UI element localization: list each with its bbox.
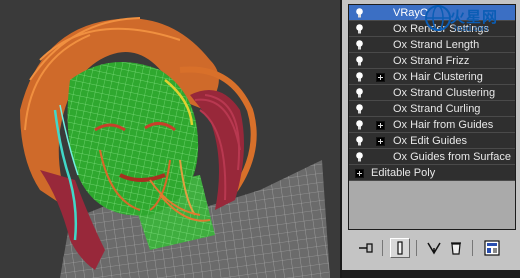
panel-bottom-strip — [342, 270, 520, 278]
lightbulb-icon[interactable] — [355, 104, 364, 114]
lightbulb-icon[interactable] — [355, 24, 364, 34]
modifier-label: Ox Edit Guides — [393, 135, 467, 147]
hair-render-scene — [20, 17, 330, 278]
modifier-item-ox-strand-length[interactable]: Ox Strand Length — [349, 37, 515, 53]
expand-plus-icon[interactable] — [376, 73, 385, 82]
configure-modifier-sets-icon — [484, 240, 500, 256]
modifier-stack-list[interactable]: VRayO Ox Render Settings Ox Strand Lengt… — [348, 4, 516, 230]
modifier-label: Ox Hair Clustering — [393, 71, 483, 83]
toolbar-divider — [416, 240, 417, 256]
pin-stack-button[interactable] — [356, 238, 376, 258]
expand-plus-icon[interactable] — [355, 169, 364, 178]
make-unique-icon — [427, 242, 441, 255]
watermark-url: hxsd.com — [454, 24, 489, 33]
lightbulb-icon[interactable] — [355, 8, 364, 18]
viewport[interactable] — [0, 0, 340, 278]
show-end-result-button[interactable] — [390, 238, 410, 258]
modifier-label: Ox Hair from Guides — [393, 119, 494, 131]
expand-plus-icon[interactable] — [376, 137, 385, 146]
modifier-item-ox-hair-clustering[interactable]: Ox Hair Clustering — [349, 69, 515, 85]
modifier-item-ox-edit-guides[interactable]: Ox Edit Guides — [349, 133, 515, 149]
modify-panel: VRayO Ox Render Settings Ox Strand Lengt… — [340, 0, 520, 278]
lightbulb-icon[interactable] — [355, 136, 364, 146]
modifier-label: Ox Strand Clustering — [393, 87, 496, 99]
watermark-logo: 火星网 hxsd.com — [420, 2, 516, 36]
modifier-label: Ox Strand Length — [393, 39, 480, 51]
modifier-stack-toolbar — [346, 236, 518, 262]
modifier-item-ox-guides-from-surface[interactable]: Ox Guides from Surface — [349, 149, 515, 165]
pin-stack-icon — [359, 243, 373, 253]
modifier-item-ox-strand-clustering[interactable]: Ox Strand Clustering — [349, 85, 515, 101]
modifier-label: Ox Guides from Surface — [393, 151, 511, 163]
lightbulb-icon[interactable] — [355, 56, 364, 66]
show-end-result-icon — [397, 241, 403, 255]
toolbar-divider — [472, 240, 473, 256]
remove-modifier-button[interactable] — [446, 238, 466, 258]
make-unique-button[interactable] — [424, 238, 444, 258]
toolbar-divider — [382, 240, 383, 256]
lightbulb-icon[interactable] — [355, 72, 364, 82]
globe-logo-icon — [425, 5, 451, 31]
lightbulb-icon[interactable] — [355, 152, 364, 162]
base-object-label: Editable Poly — [371, 167, 436, 179]
modifier-item-ox-hair-from-guides[interactable]: Ox Hair from Guides — [349, 117, 515, 133]
remove-modifier-icon — [451, 242, 461, 255]
expand-plus-icon[interactable] — [376, 121, 385, 130]
configure-modifier-sets-button[interactable] — [482, 238, 502, 258]
lightbulb-icon[interactable] — [355, 88, 364, 98]
max-window: VRayO Ox Render Settings Ox Strand Lengt… — [0, 0, 520, 278]
modifier-item-ox-strand-frizz[interactable]: Ox Strand Frizz — [349, 53, 515, 69]
lightbulb-icon[interactable] — [355, 40, 364, 50]
modifier-item-ox-strand-curling[interactable]: Ox Strand Curling — [349, 101, 515, 117]
modifier-label: Ox Strand Curling — [393, 103, 481, 115]
base-object-editable-poly[interactable]: Editable Poly — [349, 165, 515, 181]
modifier-label: Ox Strand Frizz — [393, 55, 470, 67]
lightbulb-icon[interactable] — [355, 120, 364, 130]
